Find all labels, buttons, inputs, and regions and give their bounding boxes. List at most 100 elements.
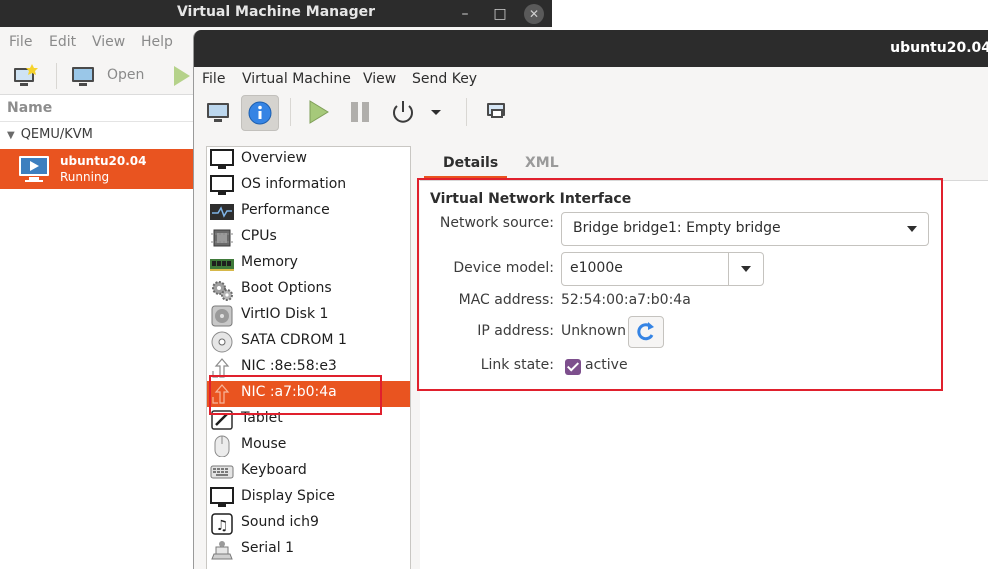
device-item-serial-1[interactable]: Serial 1 xyxy=(207,537,410,563)
device-label: Keyboard xyxy=(241,462,307,478)
pause-button[interactable] xyxy=(342,95,380,131)
open-button[interactable]: Open xyxy=(70,64,150,90)
vm-window-title: ubuntu20.04 xyxy=(890,40,988,56)
pause-icon xyxy=(351,102,369,122)
device-label: Mouse xyxy=(241,436,287,452)
device-label: Serial 1 xyxy=(241,540,294,556)
device-item-overview[interactable]: Overview xyxy=(207,147,410,173)
toolbar-separator xyxy=(290,98,291,126)
memory-icon xyxy=(210,259,234,271)
close-icon[interactable]: ✕ xyxy=(524,4,544,24)
manager-titlebar[interactable]: Virtual Machine Manager – □ ✕ xyxy=(0,0,552,27)
monitor-icon xyxy=(207,103,229,122)
vm-list-item[interactable]: ubuntu20.04 Running xyxy=(0,149,195,189)
tab-details[interactable]: Details xyxy=(443,155,498,171)
device-item-virtio-disk-1[interactable]: VirtIO Disk 1 xyxy=(207,303,410,329)
menu-virtual-machine[interactable]: Virtual Machine xyxy=(242,71,351,87)
refresh-icon xyxy=(637,322,654,341)
manager-menu-help[interactable]: Help xyxy=(141,34,173,50)
open-label: Open xyxy=(107,67,145,83)
menu-file[interactable]: File xyxy=(202,71,225,87)
device-model-combo[interactable]: e1000e xyxy=(561,252,764,286)
device-label: Tablet xyxy=(241,410,283,426)
manager-menu-view[interactable]: View xyxy=(92,34,125,50)
performance-icon xyxy=(210,204,234,220)
monitor-icon xyxy=(210,149,234,169)
device-label: Sound ich9 xyxy=(241,514,319,530)
show-details-button[interactable] xyxy=(241,95,279,131)
device-label: OS information xyxy=(241,176,347,192)
menu-send-key[interactable]: Send Key xyxy=(412,71,477,87)
cpu-icon xyxy=(211,229,233,247)
chevron-down-icon xyxy=(907,226,917,232)
fullscreen-icon xyxy=(487,103,505,118)
vm-window-menubar: File Virtual Machine View Send Key xyxy=(194,67,988,93)
expander-icon[interactable]: ▼ xyxy=(7,130,15,141)
chevron-down-icon xyxy=(431,110,441,115)
device-item-display-spice[interactable]: Display Spice xyxy=(207,485,410,511)
link-state-value[interactable]: active xyxy=(585,357,628,373)
device-label: NIC :8e:58:e3 xyxy=(241,358,337,374)
minimize-icon[interactable]: – xyxy=(455,4,475,24)
shutdown-button[interactable] xyxy=(385,95,423,131)
combo-divider xyxy=(728,253,729,285)
device-item-sata-cdrom-1[interactable]: SATA CDROM 1 xyxy=(207,329,410,355)
vm-screen-icon xyxy=(19,156,49,182)
device-item-sound-ich9[interactable]: ♫ Sound ich9 xyxy=(207,511,410,537)
toolbar-separator xyxy=(56,63,57,89)
monitor-icon xyxy=(210,487,234,507)
device-label: SATA CDROM 1 xyxy=(241,332,347,348)
nic-details-panel: Virtual Network Interface Network source… xyxy=(420,180,988,569)
new-vm-button[interactable] xyxy=(12,64,40,88)
device-item-boot-options[interactable]: Boot Options xyxy=(207,277,410,303)
new-vm-icon xyxy=(14,64,38,86)
fullscreen-button[interactable] xyxy=(478,95,516,131)
shutdown-menu-button[interactable] xyxy=(424,95,448,131)
device-item-keyboard[interactable]: Keyboard xyxy=(207,459,410,485)
power-icon xyxy=(393,101,413,123)
tab-xml[interactable]: XML xyxy=(525,155,559,171)
device-item-os-information[interactable]: OS information xyxy=(207,173,410,199)
cdrom-icon xyxy=(211,331,233,353)
manager-menu-file[interactable]: File xyxy=(9,34,32,50)
vm-window-toolbar xyxy=(194,93,988,133)
network-icon xyxy=(212,358,230,378)
device-item-mouse[interactable]: Mouse xyxy=(207,433,410,459)
run-button[interactable] xyxy=(300,95,338,131)
vm-window-titlebar[interactable]: ubuntu20.04 xyxy=(194,30,988,67)
device-label: Display Spice xyxy=(241,488,336,504)
device-item-nic-8e-58-e3[interactable]: NIC :8e:58:e3 xyxy=(207,355,410,381)
gears-icon xyxy=(212,281,233,301)
play-icon xyxy=(309,100,329,124)
device-item-tablet[interactable]: Tablet xyxy=(207,407,410,433)
device-label: Boot Options xyxy=(241,280,332,296)
network-source-label: Network source: xyxy=(439,215,554,231)
device-item-memory[interactable]: Memory xyxy=(207,251,410,277)
vm-list-header[interactable]: Name xyxy=(0,96,195,122)
device-label: Memory xyxy=(241,254,298,270)
manager-menu-edit[interactable]: Edit xyxy=(49,34,76,50)
vm-name: ubuntu20.04 xyxy=(60,154,147,168)
monitor-icon xyxy=(210,175,234,195)
active-tab-indicator xyxy=(424,176,507,179)
run-icon[interactable] xyxy=(172,64,192,88)
vm-details-window: ubuntu20.04 File Virtual Machine View Se… xyxy=(193,30,988,569)
hardware-list[interactable]: Overview OS information Performance CPUs… xyxy=(206,146,411,569)
connection-label: QEMU/KVM xyxy=(20,127,93,142)
show-console-button[interactable] xyxy=(200,95,238,131)
device-item-performance[interactable]: Performance xyxy=(207,199,410,225)
name-column-header: Name xyxy=(7,100,53,116)
maximize-icon[interactable]: □ xyxy=(490,4,510,24)
mac-address-label: MAC address: xyxy=(458,292,554,308)
refresh-ip-button[interactable] xyxy=(628,316,664,348)
link-state-checkbox[interactable] xyxy=(565,359,581,375)
ip-address-value: Unknown xyxy=(561,323,626,339)
network-source-dropdown[interactable]: Bridge bridge1: Empty bridge xyxy=(561,212,929,246)
connection-group[interactable]: ▼ QEMU/KVM xyxy=(7,127,93,142)
device-label: CPUs xyxy=(241,228,277,244)
sound-icon: ♫ xyxy=(211,513,233,535)
device-item-cpus[interactable]: CPUs xyxy=(207,225,410,251)
device-item-nic-a7-b0-4a[interactable]: NIC :a7:b0:4a xyxy=(207,381,410,407)
menu-view[interactable]: View xyxy=(363,71,396,87)
chevron-down-icon[interactable] xyxy=(741,266,751,272)
